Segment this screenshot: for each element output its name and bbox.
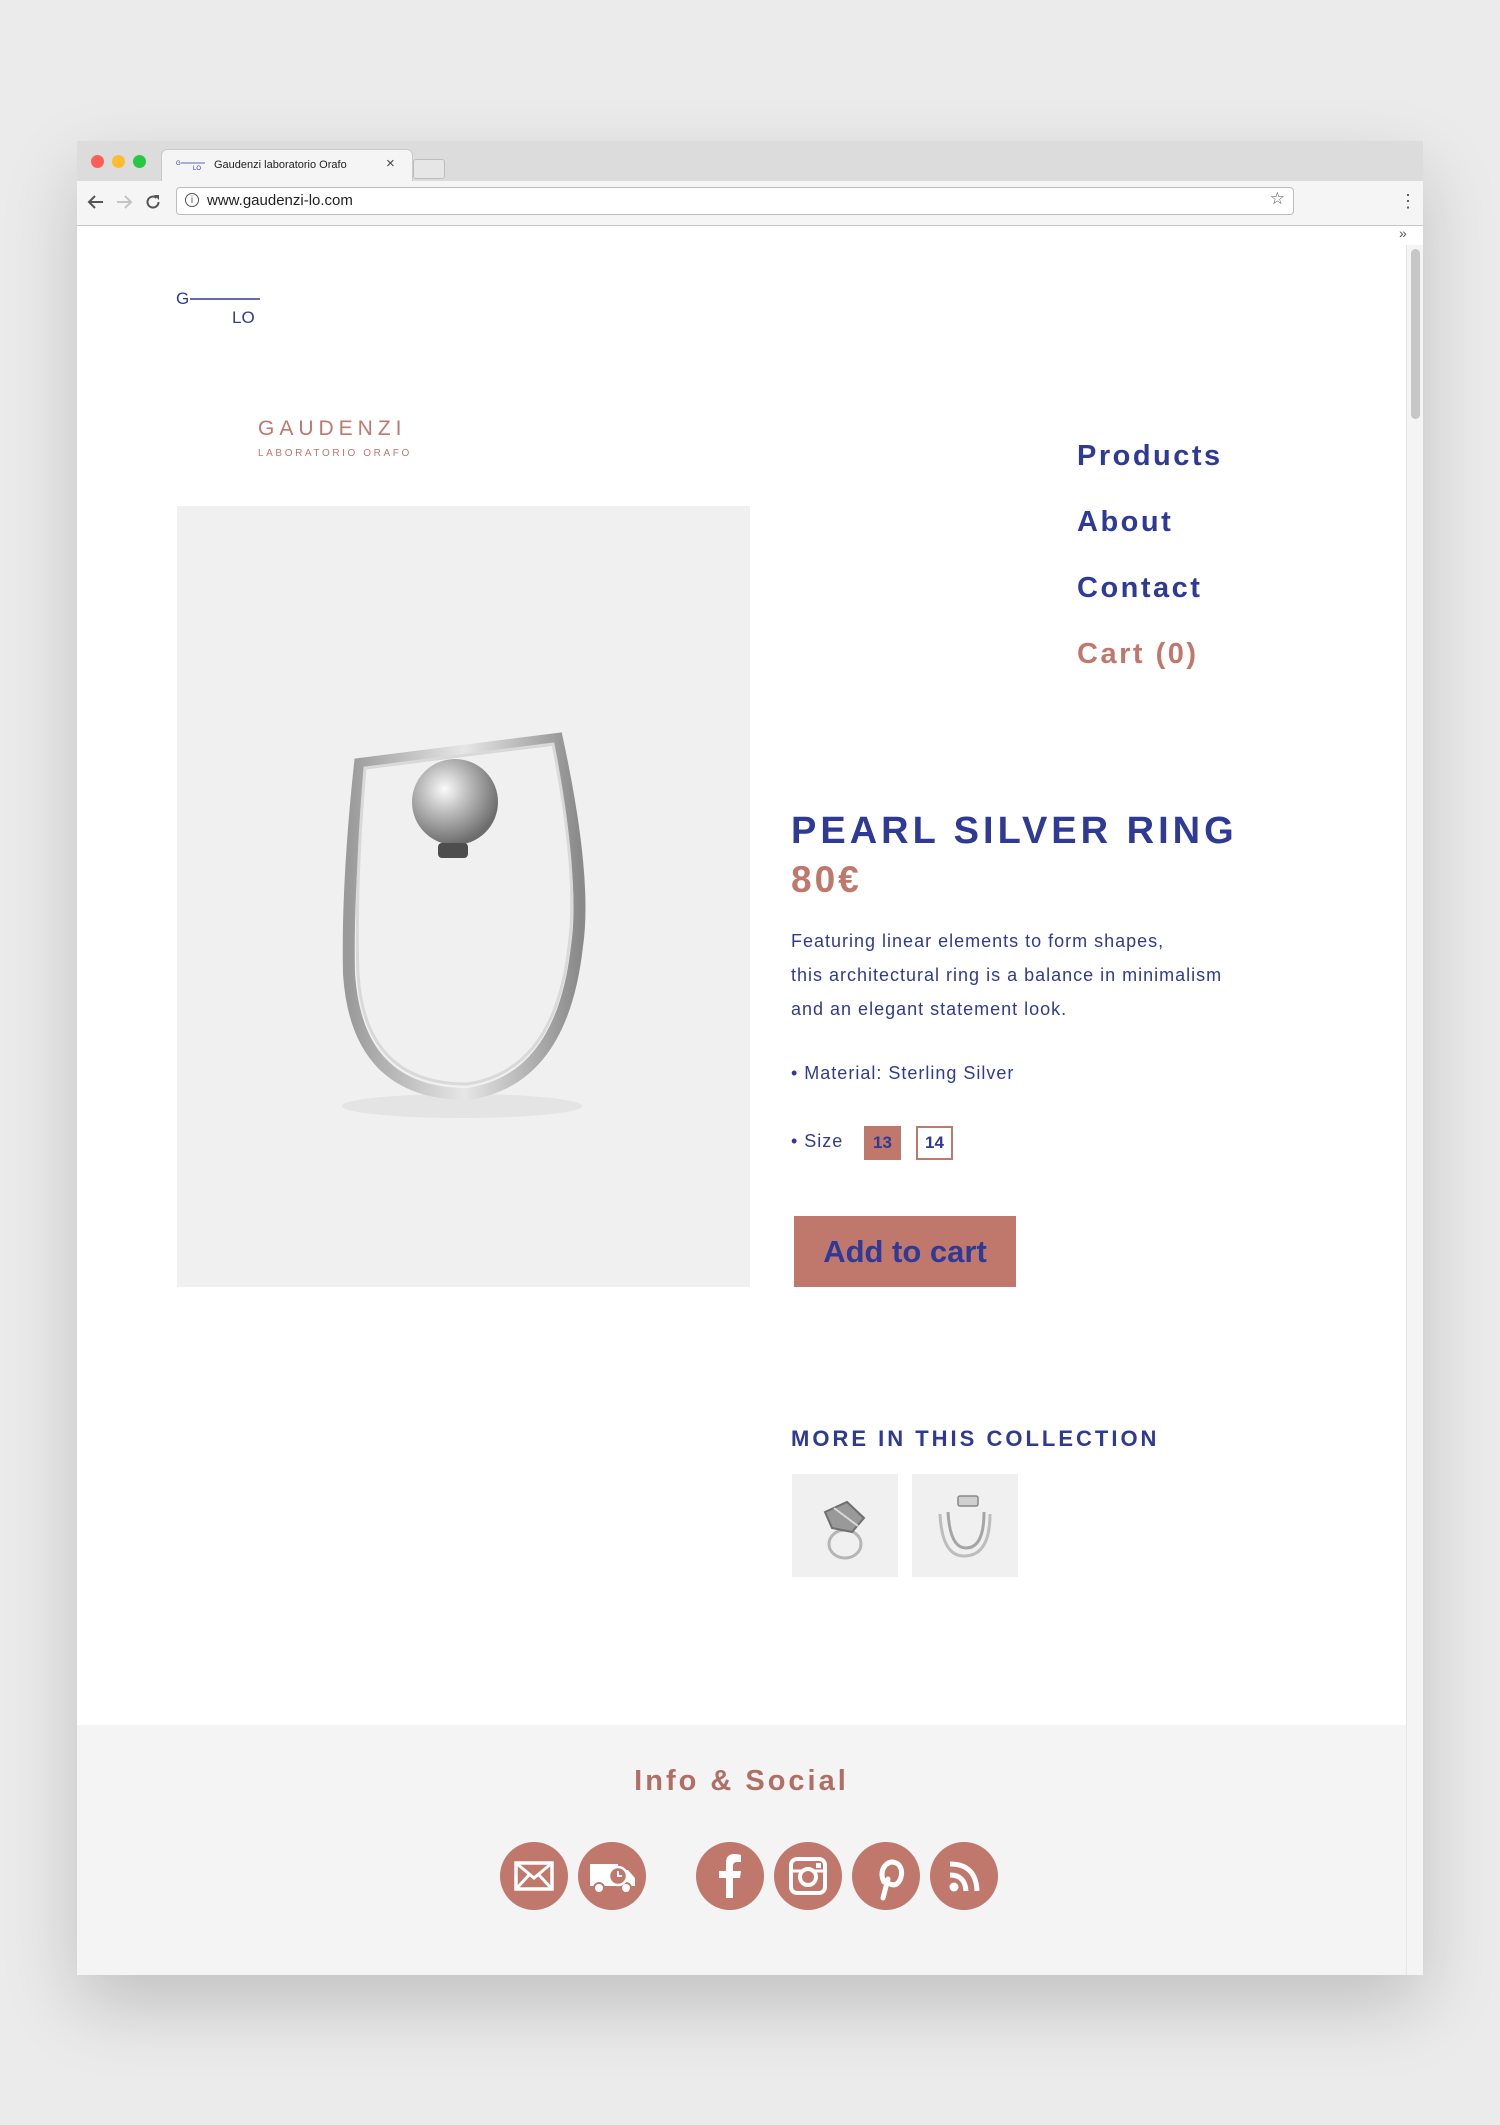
instagram-icon[interactable] (774, 1842, 842, 1910)
url-text[interactable]: www.gaudenzi-lo.com (207, 192, 353, 209)
bookmark-star-icon[interactable]: ☆ (1270, 189, 1285, 209)
nav-contact[interactable]: Contact (1077, 572, 1223, 638)
glo-logo[interactable]: G LO (176, 287, 261, 327)
nav-products[interactable]: Products (1077, 440, 1223, 506)
browser-tab[interactable]: G LO Gaudenzi laboratorio Orafo × (161, 149, 413, 182)
product-image (177, 506, 750, 1287)
product-description: Featuring linear elements to form shapes… (791, 924, 1331, 1026)
brand-subtitle: LABORATORIO ORAFO (258, 448, 412, 459)
size-label: • Size (791, 1131, 844, 1151)
page-scrollbar[interactable] (1406, 245, 1423, 1975)
size-option-14[interactable]: 14 (916, 1126, 953, 1160)
silver-ring-image (342, 732, 586, 1118)
description-line: and an elegant statement look. (791, 999, 1068, 1019)
delivery-truck-icon[interactable] (578, 1842, 646, 1910)
browser-toolbar: i www.gaudenzi-lo.com ☆ ⋮ (77, 181, 1423, 226)
browser-menu-icon[interactable]: ⋮ (1399, 191, 1417, 212)
close-window-icon[interactable] (91, 155, 104, 168)
scrollbar-thumb[interactable] (1411, 249, 1420, 419)
site-favicon-icon: G LO (176, 161, 205, 171)
tab-close-icon[interactable]: × (386, 155, 395, 173)
page-content: G LO GAUDENZI LABORATORIO ORAFO Products… (77, 245, 1406, 1975)
svg-text:LO: LO (193, 166, 201, 171)
tab-strip: G LO Gaudenzi laboratorio Orafo × (77, 141, 1423, 182)
logo-lo-text: LO (232, 308, 255, 327)
description-line: Featuring linear elements to form shapes… (791, 931, 1165, 951)
material-spec: • Material: Sterling Silver (791, 1063, 1015, 1083)
main-nav: Products About Contact Cart (0) (1077, 440, 1223, 704)
description-line: this architectural ring is a balance in … (791, 965, 1223, 985)
logo-g-text: G (176, 289, 189, 308)
product-title: PEARL SILVER RING (791, 810, 1238, 852)
address-bar[interactable]: i www.gaudenzi-lo.com ☆ (176, 187, 1294, 215)
rss-icon[interactable] (930, 1842, 998, 1910)
pinterest-icon[interactable] (852, 1842, 920, 1910)
maximize-window-icon[interactable] (133, 155, 146, 168)
collection-item-thumbnail[interactable] (912, 1474, 1018, 1577)
facebook-icon[interactable] (696, 1842, 764, 1910)
tab-title: Gaudenzi laboratorio Orafo (214, 159, 347, 171)
minimize-window-icon[interactable] (112, 155, 125, 168)
collection-item-thumbnail[interactable] (792, 1474, 898, 1577)
brand-name: GAUDENZI (258, 417, 407, 440)
mail-icon[interactable] (500, 1842, 568, 1910)
footer: Info & Social (77, 1725, 1406, 1975)
nav-about[interactable]: About (1077, 506, 1223, 572)
svg-text:G: G (176, 161, 181, 167)
knot-ring-thumbnail (823, 1500, 866, 1560)
browser-window: G LO Gaudenzi laboratorio Orafo × i www.… (77, 141, 1423, 1975)
forward-arrow-icon[interactable] (115, 193, 133, 211)
extensions-overflow-icon[interactable]: » (1399, 225, 1407, 241)
reload-icon[interactable] (144, 193, 162, 211)
size-option-13[interactable]: 13 (864, 1126, 901, 1160)
new-tab-button[interactable] (413, 159, 445, 179)
footer-title: Info & Social (634, 1765, 849, 1797)
double-band-ring-thumbnail (938, 1495, 992, 1558)
nav-cart[interactable]: Cart (0) (1077, 638, 1223, 704)
collection-title: MORE IN THIS COLLECTION (791, 1426, 1160, 1451)
add-to-cart-button[interactable]: Add to cart (794, 1216, 1016, 1287)
product-price: 80€ (791, 859, 862, 900)
info-icon[interactable]: i (185, 193, 199, 207)
back-arrow-icon[interactable] (87, 193, 105, 211)
